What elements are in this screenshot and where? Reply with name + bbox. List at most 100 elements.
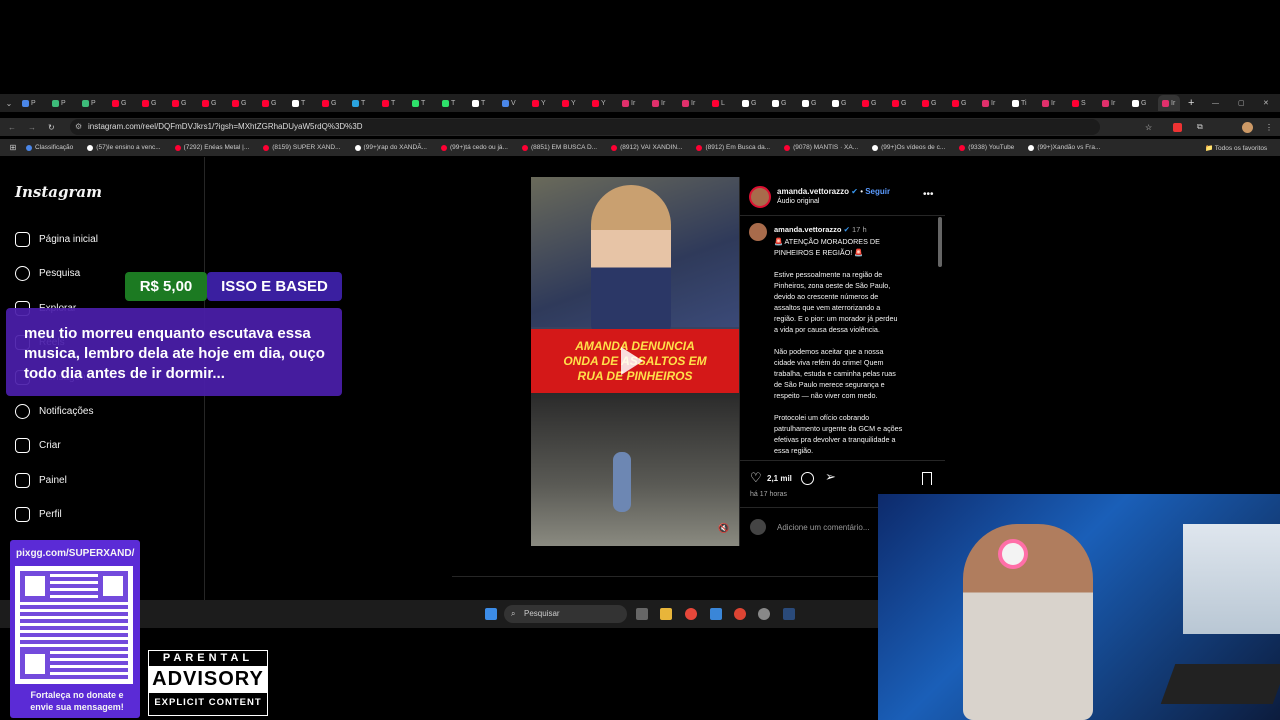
play-icon[interactable] [621,347,643,375]
chrome-icon[interactable] [685,608,697,620]
bookmark-item[interactable]: (9078) MANTIS · XA... [784,144,858,151]
comment-input[interactable]: Adicione um comentário... [777,523,870,532]
app-icon-2[interactable] [734,608,746,620]
sidebar-item-dashboard[interactable]: Painel [15,472,67,488]
browser-tab[interactable]: T [288,95,318,111]
app-icon[interactable] [710,608,722,620]
browser-tab[interactable]: L [708,95,738,111]
browser-tab[interactable]: G [888,95,918,111]
browser-tab[interactable]: Y [558,95,588,111]
extension-red-icon[interactable] [1173,122,1182,132]
taskbar-search[interactable]: ⌕ Pesquisar [504,605,627,623]
browser-tab[interactable]: G [828,95,858,111]
browser-tab[interactable]: T [378,95,408,111]
browser-tab[interactable]: G [258,95,288,111]
forward-icon[interactable]: → [28,123,36,132]
steam-icon[interactable] [783,608,795,620]
instagram-logo[interactable]: Instagram [15,183,102,201]
browser-tab[interactable]: G [798,95,828,111]
browser-tab[interactable]: G [168,95,198,111]
bookmark-item[interactable]: Classificação [26,144,73,151]
browser-tab[interactable]: Y [588,95,618,111]
browser-tab[interactable]: P [78,95,108,111]
browser-tab[interactable]: T [438,95,468,111]
browser-tab[interactable]: G [1128,95,1158,111]
caption-username[interactable]: amanda.vettorazzo [774,225,842,234]
sidebar-item-search[interactable]: Pesquisa [15,266,80,282]
browser-tab[interactable]: G [918,95,948,111]
start-icon[interactable] [485,608,497,620]
browser-tab[interactable]: P [18,95,48,111]
bookmark-item[interactable]: (99+)tá cedo ou já... [440,144,508,151]
apps-icon[interactable]: ⊞ [0,143,26,152]
sidebar-item-heart[interactable]: Notificações [15,404,93,419]
browser-tab[interactable]: G [738,95,768,111]
maximize-icon[interactable]: ▢ [1238,99,1245,107]
browser-tab[interactable]: Ir [1038,95,1068,111]
browser-tab[interactable]: G [108,95,138,111]
bookmark-item[interactable]: (57)Ie ensino a venc... [87,144,161,151]
browser-tab[interactable]: G [768,95,798,111]
all-bookmarks[interactable]: 📁 Todos os favoritos [1205,144,1267,152]
browser-tab[interactable]: S [1068,95,1098,111]
bookmark-item[interactable]: (7292) Enéas Metal |... [174,144,249,151]
new-tab-button[interactable]: + [1188,97,1194,109]
bookmark-item[interactable]: (9338) YouTube [959,144,1014,151]
tab-list-icon[interactable]: ⌄ [0,99,18,108]
browser-tab[interactable]: G [198,95,228,111]
extensions-icon[interactable]: ⧉ [1197,122,1203,132]
browser-tab[interactable]: Ir [678,95,708,111]
browser-tab[interactable]: G [318,95,348,111]
task-view-icon[interactable] [636,608,648,620]
bookmark-item[interactable]: (8851) EM BUSCA D... [521,144,597,151]
likes-count[interactable]: 2,1 mil [767,474,792,483]
browser-tab[interactable]: V [498,95,528,111]
bookmark-item[interactable]: (8159) SUPER XAND... [263,144,341,151]
bookmark-item[interactable]: (99+)rap do XANDÃ... [354,144,427,151]
browser-tab[interactable]: G [948,95,978,111]
save-icon[interactable] [922,472,932,485]
url-field[interactable]: ⚙ instagram.com/reel/DQFmDVJkrs1/?igsh=M… [70,119,1100,135]
settings-icon[interactable] [758,608,770,620]
reload-icon[interactable]: ↻ [48,123,55,132]
sidebar-item-profile[interactable]: Perfil [15,507,62,523]
browser-tab[interactable]: G [228,95,258,111]
author-avatar[interactable] [749,186,771,208]
mute-icon[interactable]: 🔇 [718,523,729,534]
comment-icon[interactable] [801,472,814,485]
audio-label[interactable]: Áudio original [777,198,819,205]
follow-button[interactable]: Seguir [865,187,890,196]
back-icon[interactable]: ← [8,123,16,132]
caption-avatar[interactable] [749,223,767,241]
profile-avatar-icon[interactable] [1242,121,1253,133]
browser-tab[interactable]: G [138,95,168,111]
browser-tab[interactable]: T [348,95,378,111]
bookmark-item[interactable]: (99+)Xandão vs Fra... [1028,144,1100,151]
browser-tab[interactable]: Ti [1008,95,1038,111]
bookmark-star-icon[interactable]: ☆ [1145,123,1152,132]
browser-tab[interactable]: Ir [648,95,678,111]
browser-tab[interactable]: Y [528,95,558,111]
sidebar-item-create[interactable]: Criar [15,438,61,454]
site-info-icon[interactable]: ⚙ [75,119,82,135]
browser-tab[interactable]: Ir [978,95,1008,111]
browser-tab[interactable]: G [858,95,888,111]
share-icon[interactable]: ➢ [825,469,836,485]
author-username[interactable]: amanda.vettorazzo [777,187,849,196]
file-explorer-icon[interactable] [660,608,672,620]
reel-video[interactable]: AMANDA DENUNCIA ONDA DE ASSALTOS EM RUA DE… [531,177,739,546]
bookmark-item[interactable]: (8912) VAI XANDIN... [611,144,682,151]
minimize-icon[interactable]: — [1212,100,1219,107]
browser-tab[interactable]: P [48,95,78,111]
close-window-icon[interactable]: ✕ [1263,99,1269,107]
more-options-icon[interactable]: ••• [923,189,934,200]
like-icon[interactable]: ♡ [750,470,762,486]
caption-scrollbar[interactable] [938,217,942,267]
browser-tab[interactable]: Ir [1098,95,1128,111]
bookmark-item[interactable]: (99+)Os vídeos de c... [872,144,945,151]
browser-tab[interactable]: Ir [618,95,648,111]
emoji-icon[interactable] [750,519,766,535]
browser-tab[interactable]: T [468,95,498,111]
browser-tab[interactable]: T [408,95,438,111]
browser-tab[interactable]: Ir [1158,95,1180,111]
